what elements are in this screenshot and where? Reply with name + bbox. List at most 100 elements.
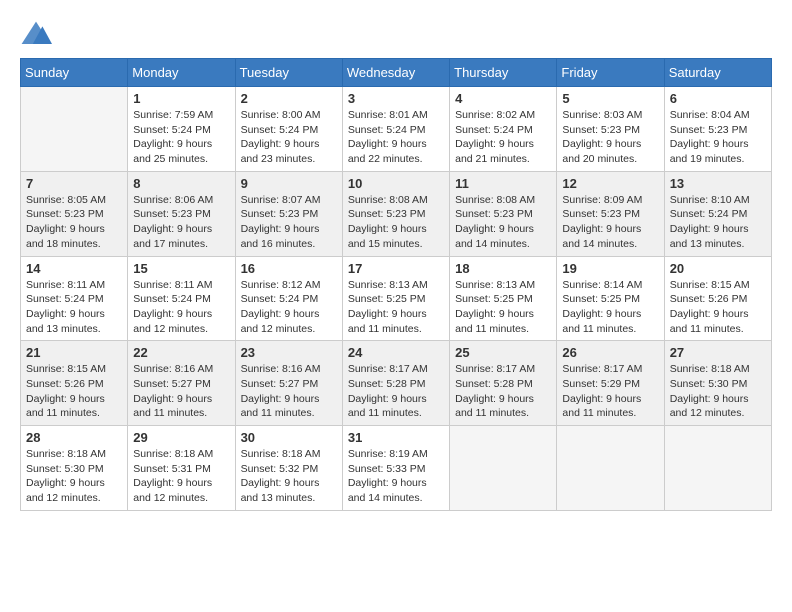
- calendar-day-cell: 12 Sunrise: 8:09 AMSunset: 5:23 PMDayligh…: [557, 171, 664, 256]
- day-info: Sunrise: 8:13 AMSunset: 5:25 PMDaylight:…: [348, 278, 444, 337]
- day-info: Sunrise: 8:03 AMSunset: 5:23 PMDaylight:…: [562, 108, 658, 167]
- day-number: 20: [670, 261, 766, 276]
- day-info: Sunrise: 8:06 AMSunset: 5:23 PMDaylight:…: [133, 193, 229, 252]
- day-number: 10: [348, 176, 444, 191]
- day-info: Sunrise: 8:09 AMSunset: 5:23 PMDaylight:…: [562, 193, 658, 252]
- day-info: Sunrise: 8:08 AMSunset: 5:23 PMDaylight:…: [455, 193, 551, 252]
- calendar-day-cell: 23 Sunrise: 8:16 AMSunset: 5:27 PMDayligh…: [235, 341, 342, 426]
- day-number: 30: [241, 430, 337, 445]
- calendar-day-cell: 13 Sunrise: 8:10 AMSunset: 5:24 PMDayligh…: [664, 171, 771, 256]
- day-number: 11: [455, 176, 551, 191]
- day-number: 13: [670, 176, 766, 191]
- day-number: 12: [562, 176, 658, 191]
- calendar-day-cell: 28 Sunrise: 8:18 AMSunset: 5:30 PMDayligh…: [21, 426, 128, 511]
- day-info: Sunrise: 8:12 AMSunset: 5:24 PMDaylight:…: [241, 278, 337, 337]
- calendar-day-cell: 19 Sunrise: 8:14 AMSunset: 5:25 PMDayligh…: [557, 256, 664, 341]
- day-number: 23: [241, 345, 337, 360]
- day-number: 7: [26, 176, 122, 191]
- calendar-day-cell: 2 Sunrise: 8:00 AMSunset: 5:24 PMDaylight…: [235, 87, 342, 172]
- day-number: 28: [26, 430, 122, 445]
- calendar-day-cell: 17 Sunrise: 8:13 AMSunset: 5:25 PMDayligh…: [342, 256, 449, 341]
- day-info: Sunrise: 8:15 AMSunset: 5:26 PMDaylight:…: [670, 278, 766, 337]
- day-info: Sunrise: 8:18 AMSunset: 5:31 PMDaylight:…: [133, 447, 229, 506]
- day-info: Sunrise: 8:18 AMSunset: 5:32 PMDaylight:…: [241, 447, 337, 506]
- calendar-header-row: SundayMondayTuesdayWednesdayThursdayFrid…: [21, 59, 772, 87]
- calendar-table: SundayMondayTuesdayWednesdayThursdayFrid…: [20, 58, 772, 511]
- day-number: 16: [241, 261, 337, 276]
- day-info: Sunrise: 8:19 AMSunset: 5:33 PMDaylight:…: [348, 447, 444, 506]
- calendar-header-wednesday: Wednesday: [342, 59, 449, 87]
- day-number: 26: [562, 345, 658, 360]
- day-info: Sunrise: 8:04 AMSunset: 5:23 PMDaylight:…: [670, 108, 766, 167]
- day-info: Sunrise: 8:11 AMSunset: 5:24 PMDaylight:…: [133, 278, 229, 337]
- day-info: Sunrise: 8:05 AMSunset: 5:23 PMDaylight:…: [26, 193, 122, 252]
- day-info: Sunrise: 8:11 AMSunset: 5:24 PMDaylight:…: [26, 278, 122, 337]
- calendar-day-cell: 20 Sunrise: 8:15 AMSunset: 5:26 PMDayligh…: [664, 256, 771, 341]
- calendar-day-cell: 15 Sunrise: 8:11 AMSunset: 5:24 PMDayligh…: [128, 256, 235, 341]
- calendar-week-row: 7 Sunrise: 8:05 AMSunset: 5:23 PMDaylight…: [21, 171, 772, 256]
- day-info: Sunrise: 8:18 AMSunset: 5:30 PMDaylight:…: [26, 447, 122, 506]
- calendar-day-cell: 30 Sunrise: 8:18 AMSunset: 5:32 PMDayligh…: [235, 426, 342, 511]
- calendar-day-cell: [450, 426, 557, 511]
- day-number: 18: [455, 261, 551, 276]
- calendar-day-cell: 16 Sunrise: 8:12 AMSunset: 5:24 PMDayligh…: [235, 256, 342, 341]
- day-info: Sunrise: 8:01 AMSunset: 5:24 PMDaylight:…: [348, 108, 444, 167]
- calendar-week-row: 1 Sunrise: 7:59 AMSunset: 5:24 PMDaylight…: [21, 87, 772, 172]
- calendar-day-cell: 5 Sunrise: 8:03 AMSunset: 5:23 PMDaylight…: [557, 87, 664, 172]
- day-info: Sunrise: 8:17 AMSunset: 5:29 PMDaylight:…: [562, 362, 658, 421]
- day-number: 17: [348, 261, 444, 276]
- day-info: Sunrise: 8:16 AMSunset: 5:27 PMDaylight:…: [133, 362, 229, 421]
- day-number: 8: [133, 176, 229, 191]
- day-number: 3: [348, 91, 444, 106]
- calendar-week-row: 14 Sunrise: 8:11 AMSunset: 5:24 PMDayligh…: [21, 256, 772, 341]
- calendar-day-cell: 3 Sunrise: 8:01 AMSunset: 5:24 PMDaylight…: [342, 87, 449, 172]
- calendar-day-cell: 10 Sunrise: 8:08 AMSunset: 5:23 PMDayligh…: [342, 171, 449, 256]
- day-number: 24: [348, 345, 444, 360]
- logo-icon: [20, 20, 52, 48]
- calendar-header-saturday: Saturday: [664, 59, 771, 87]
- calendar-header-friday: Friday: [557, 59, 664, 87]
- calendar-header-sunday: Sunday: [21, 59, 128, 87]
- day-info: Sunrise: 8:10 AMSunset: 5:24 PMDaylight:…: [670, 193, 766, 252]
- day-info: Sunrise: 8:15 AMSunset: 5:26 PMDaylight:…: [26, 362, 122, 421]
- calendar-day-cell: 7 Sunrise: 8:05 AMSunset: 5:23 PMDaylight…: [21, 171, 128, 256]
- day-number: 4: [455, 91, 551, 106]
- calendar-day-cell: [664, 426, 771, 511]
- calendar-week-row: 28 Sunrise: 8:18 AMSunset: 5:30 PMDayligh…: [21, 426, 772, 511]
- calendar-day-cell: 14 Sunrise: 8:11 AMSunset: 5:24 PMDayligh…: [21, 256, 128, 341]
- calendar-day-cell: 21 Sunrise: 8:15 AMSunset: 5:26 PMDayligh…: [21, 341, 128, 426]
- day-number: 19: [562, 261, 658, 276]
- page-header: [20, 20, 772, 48]
- day-number: 15: [133, 261, 229, 276]
- day-number: 2: [241, 91, 337, 106]
- calendar-day-cell: 9Sunrise: 8:07 AMSunset: 5:23 PMDaylight…: [235, 171, 342, 256]
- day-number: 21: [26, 345, 122, 360]
- day-info: Sunrise: 8:16 AMSunset: 5:27 PMDaylight:…: [241, 362, 337, 421]
- logo: [20, 20, 56, 48]
- calendar-header-tuesday: Tuesday: [235, 59, 342, 87]
- calendar-day-cell: 26 Sunrise: 8:17 AMSunset: 5:29 PMDayligh…: [557, 341, 664, 426]
- day-number: 14: [26, 261, 122, 276]
- day-info: Sunrise: 8:02 AMSunset: 5:24 PMDaylight:…: [455, 108, 551, 167]
- calendar-day-cell: [557, 426, 664, 511]
- calendar-day-cell: 25Sunrise: 8:17 AMSunset: 5:28 PMDayligh…: [450, 341, 557, 426]
- calendar-header-monday: Monday: [128, 59, 235, 87]
- day-info: Sunrise: 8:17 AMSunset: 5:28 PMDaylight:…: [455, 362, 551, 421]
- calendar-day-cell: 18Sunrise: 8:13 AMSunset: 5:25 PMDayligh…: [450, 256, 557, 341]
- day-info: Sunrise: 7:59 AMSunset: 5:24 PMDaylight:…: [133, 108, 229, 167]
- day-number: 22: [133, 345, 229, 360]
- day-info: Sunrise: 8:14 AMSunset: 5:25 PMDaylight:…: [562, 278, 658, 337]
- day-number: 1: [133, 91, 229, 106]
- day-number: 5: [562, 91, 658, 106]
- day-info: Sunrise: 8:07 AMSunset: 5:23 PMDaylight:…: [241, 193, 337, 252]
- calendar-day-cell: 29 Sunrise: 8:18 AMSunset: 5:31 PMDayligh…: [128, 426, 235, 511]
- calendar-day-cell: 31Sunrise: 8:19 AMSunset: 5:33 PMDayligh…: [342, 426, 449, 511]
- day-info: Sunrise: 8:00 AMSunset: 5:24 PMDaylight:…: [241, 108, 337, 167]
- calendar-day-cell: 22 Sunrise: 8:16 AMSunset: 5:27 PMDayligh…: [128, 341, 235, 426]
- day-number: 6: [670, 91, 766, 106]
- day-info: Sunrise: 8:08 AMSunset: 5:23 PMDaylight:…: [348, 193, 444, 252]
- day-number: 29: [133, 430, 229, 445]
- day-info: Sunrise: 8:18 AMSunset: 5:30 PMDaylight:…: [670, 362, 766, 421]
- calendar-day-cell: 6 Sunrise: 8:04 AMSunset: 5:23 PMDaylight…: [664, 87, 771, 172]
- calendar-day-cell: 11 Sunrise: 8:08 AMSunset: 5:23 PMDayligh…: [450, 171, 557, 256]
